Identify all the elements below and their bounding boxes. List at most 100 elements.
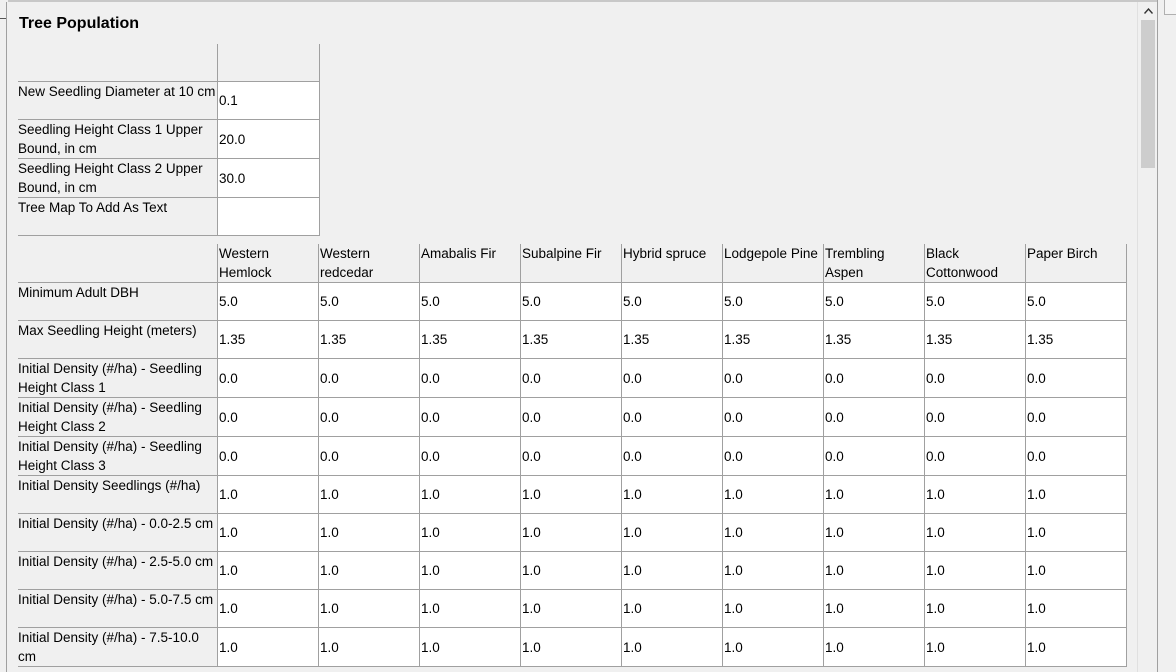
scrollbar-thumb[interactable] (1141, 20, 1155, 168)
table-cell[interactable]: 0.0 (621, 436, 723, 476)
table-cell[interactable]: 1.0 (1025, 551, 1127, 590)
table-cell[interactable]: 1.0 (621, 551, 723, 590)
param-value-cell[interactable]: 30.0 (217, 158, 320, 198)
table-cell[interactable]: 0.0 (1025, 436, 1127, 476)
table-cell[interactable]: 1.0 (419, 513, 521, 552)
table-cell[interactable]: 1.0 (621, 627, 723, 667)
table-cell[interactable]: 1.0 (722, 513, 824, 552)
table-cell[interactable]: 0.0 (722, 358, 824, 398)
table-cell[interactable]: 1.0 (621, 475, 723, 514)
table-cell[interactable]: 0.0 (924, 358, 1026, 398)
table-cell[interactable]: 1.0 (1025, 475, 1127, 514)
table-cell[interactable]: 1.0 (520, 475, 622, 514)
table-cell[interactable]: 1.0 (520, 513, 622, 552)
table-cell[interactable]: 1.0 (318, 551, 420, 590)
table-cell[interactable]: 1.0 (1025, 513, 1127, 552)
table-cell[interactable]: 1.0 (823, 589, 925, 628)
table-cell[interactable]: 1.35 (419, 320, 521, 359)
table-cell[interactable]: 0.0 (318, 436, 420, 476)
table-cell[interactable]: 0.0 (823, 358, 925, 398)
table-cell[interactable]: 5.0 (823, 282, 925, 321)
table-cell[interactable]: 0.0 (722, 397, 824, 437)
table-cell[interactable]: 1.0 (823, 475, 925, 514)
table-cell[interactable]: 0.0 (520, 436, 622, 476)
seedling-params-table: New Seedling Diameter at 10 cm 0.1 Seedl… (18, 44, 320, 236)
table-cell[interactable]: 1.0 (1025, 627, 1127, 667)
table-cell[interactable]: 5.0 (621, 282, 723, 321)
table-cell[interactable]: 0.0 (621, 358, 723, 398)
param-value-cell[interactable]: 0.1 (217, 81, 320, 120)
table-cell[interactable]: 1.35 (217, 320, 319, 359)
table-cell[interactable]: 0.0 (924, 397, 1026, 437)
table-cell[interactable]: 1.0 (520, 589, 622, 628)
table-cell[interactable]: 5.0 (520, 282, 622, 321)
table-cell[interactable]: 1.0 (318, 475, 420, 514)
table-cell[interactable]: 1.0 (823, 513, 925, 552)
table-cell[interactable]: 0.0 (722, 436, 824, 476)
table-cell[interactable]: 0.0 (419, 397, 521, 437)
table-cell[interactable]: 0.0 (520, 397, 622, 437)
table-cell[interactable]: 1.0 (924, 513, 1026, 552)
param-value-cell[interactable] (217, 197, 320, 236)
table-cell[interactable]: 1.0 (520, 627, 622, 667)
table-cell[interactable]: 5.0 (419, 282, 521, 321)
table-cell[interactable]: 1.0 (621, 589, 723, 628)
table-cell[interactable]: 1.0 (318, 513, 420, 552)
table-cell[interactable]: 0.0 (419, 436, 521, 476)
table-cell[interactable]: 1.0 (217, 551, 319, 590)
param-row: Seedling Height Class 2 Upper Bound, in … (18, 158, 320, 198)
table-cell[interactable]: 1.0 (419, 551, 521, 590)
table-cell[interactable]: 1.0 (722, 551, 824, 590)
table-cell[interactable]: 1.0 (823, 627, 925, 667)
table-cell[interactable]: 0.0 (419, 358, 521, 398)
table-cell[interactable]: 5.0 (1025, 282, 1127, 321)
table-cell[interactable]: 1.0 (318, 627, 420, 667)
table-cell[interactable]: 0.0 (1025, 358, 1127, 398)
table-cell[interactable]: 0.0 (520, 358, 622, 398)
table-cell[interactable]: 1.0 (217, 589, 319, 628)
table-cell[interactable]: 1.0 (722, 627, 824, 667)
table-cell[interactable]: 1.0 (722, 475, 824, 514)
table-cell[interactable]: 0.0 (217, 358, 319, 398)
table-cell[interactable]: 1.0 (318, 589, 420, 628)
param-value-cell[interactable]: 20.0 (217, 119, 320, 159)
table-cell[interactable]: 1.0 (520, 551, 622, 590)
table-cell[interactable]: 1.0 (924, 589, 1026, 628)
table-cell[interactable]: 0.0 (924, 436, 1026, 476)
table-cell[interactable]: 1.0 (621, 513, 723, 552)
table-cell[interactable]: 1.0 (419, 627, 521, 667)
table-cell[interactable]: 0.0 (823, 397, 925, 437)
table-cell[interactable]: 0.0 (217, 397, 319, 437)
table-cell[interactable]: 1.0 (924, 551, 1026, 590)
species-table-body: Minimum Adult DBH 5.0 5.0 5.0 5.0 5.0 5.0 5.0 5.… (18, 282, 1127, 667)
table-cell[interactable]: 1.0 (924, 475, 1026, 514)
table-cell[interactable]: 1.35 (520, 320, 622, 359)
table-cell[interactable]: 0.0 (823, 436, 925, 476)
table-cell[interactable]: 1.0 (823, 551, 925, 590)
table-cell[interactable]: 1.0 (722, 589, 824, 628)
table-cell[interactable]: 1.0 (217, 627, 319, 667)
table-cell[interactable]: 1.35 (924, 320, 1026, 359)
vertical-scrollbar[interactable] (1137, 2, 1158, 672)
table-cell[interactable]: 1.0 (217, 475, 319, 514)
table-cell[interactable]: 1.35 (823, 320, 925, 359)
table-cell[interactable]: 1.0 (217, 513, 319, 552)
table-cell[interactable]: 1.0 (419, 589, 521, 628)
chevron-up-icon[interactable] (1138, 2, 1158, 20)
table-cell[interactable]: 0.0 (318, 358, 420, 398)
table-cell[interactable]: 0.0 (217, 436, 319, 476)
table-cell[interactable]: 1.0 (1025, 589, 1127, 628)
table-cell[interactable]: 1.35 (318, 320, 420, 359)
table-cell[interactable]: 1.0 (924, 627, 1026, 667)
table-cell[interactable]: 1.35 (621, 320, 723, 359)
table-cell[interactable]: 5.0 (722, 282, 824, 321)
table-cell[interactable]: 1.0 (419, 475, 521, 514)
table-cell[interactable]: 0.0 (318, 397, 420, 437)
table-cell[interactable]: 5.0 (318, 282, 420, 321)
table-cell[interactable]: 0.0 (1025, 397, 1127, 437)
table-cell[interactable]: 5.0 (924, 282, 1026, 321)
table-cell[interactable]: 0.0 (621, 397, 723, 437)
table-cell[interactable]: 5.0 (217, 282, 319, 321)
table-cell[interactable]: 1.35 (722, 320, 824, 359)
table-cell[interactable]: 1.35 (1025, 320, 1127, 359)
